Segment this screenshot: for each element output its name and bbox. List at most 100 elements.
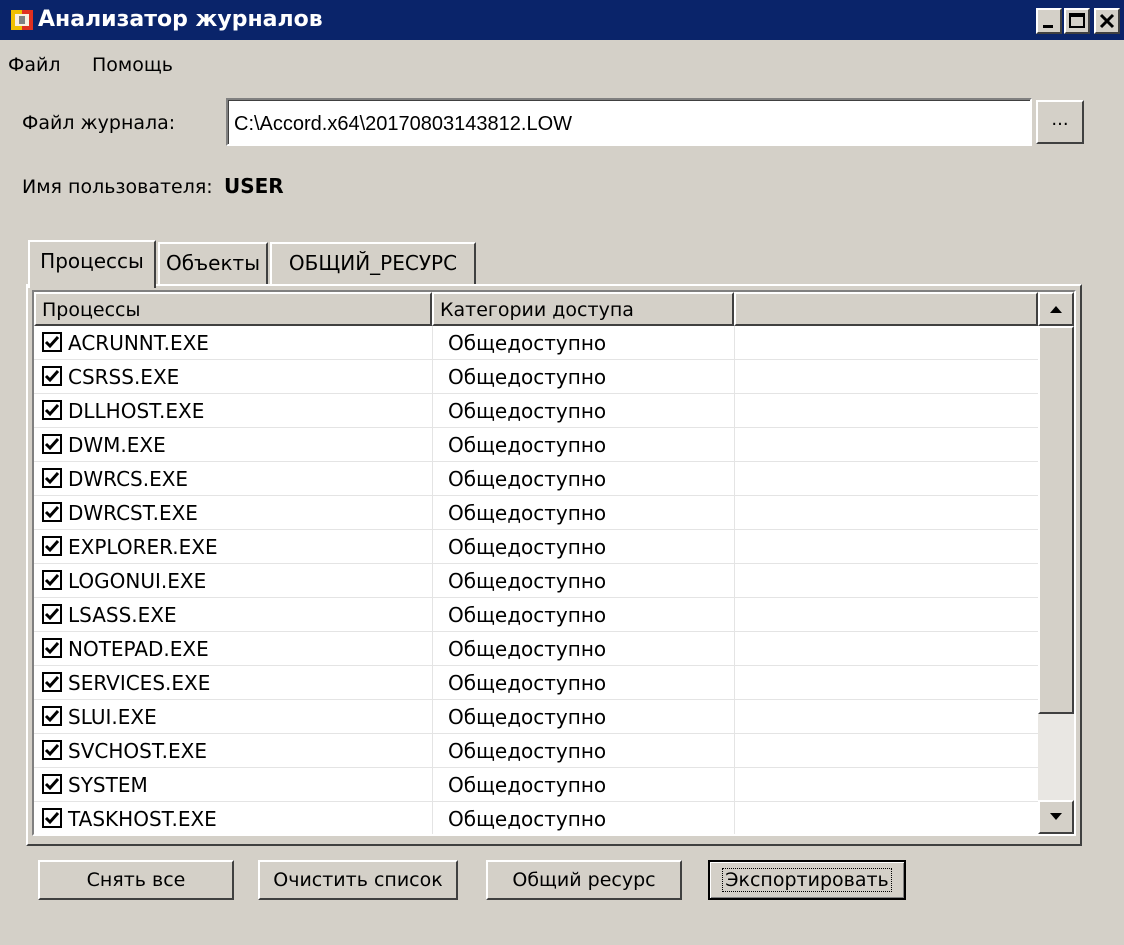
checkbox-checked-icon[interactable] [42, 468, 62, 488]
access-category: Общедоступно [448, 705, 607, 729]
table-row[interactable]: LSASS.EXE Общедоступно [34, 598, 1038, 632]
column-header-processes[interactable]: Процессы [34, 292, 432, 326]
process-name: SERVICES.EXE [68, 671, 211, 695]
tab-shared-resource[interactable]: ОБЩИЙ_РЕСУРС [270, 242, 476, 284]
shared-resource-button[interactable]: Общий ресурс [486, 860, 682, 900]
log-file-label: Файл журнала: [22, 112, 176, 134]
clear-list-button[interactable]: Очистить список [258, 860, 458, 900]
list-rows: ACRUNNT.EXE Общедоступно CSRSS.EXE Общедост… [34, 326, 1038, 834]
checkbox-checked-icon[interactable] [42, 400, 62, 420]
table-row[interactable]: DWRCST.EXE Общедоступно [34, 496, 1038, 530]
table-row[interactable]: ACRUNNT.EXE Общедоступно [34, 326, 1038, 360]
menu-file[interactable]: Файл [8, 48, 61, 82]
process-name: LSASS.EXE [68, 603, 177, 627]
table-row[interactable]: DLLHOST.EXE Общедоступно [34, 394, 1038, 428]
access-category: Общедоступно [448, 365, 607, 389]
checkbox-checked-icon[interactable] [42, 536, 62, 556]
tab-objects[interactable]: Объекты [158, 242, 268, 284]
window-title: Анализатор журналов [38, 7, 323, 32]
scroll-down-button[interactable] [1038, 800, 1074, 834]
process-name: DLLHOST.EXE [68, 399, 205, 423]
title-bar[interactable]: Анализатор журналов [0, 0, 1124, 40]
table-row[interactable]: DWRCS.EXE Общедоступно [34, 462, 1038, 496]
checkbox-checked-icon[interactable] [42, 638, 62, 658]
column-header-access-categories[interactable]: Категории доступа [432, 292, 734, 326]
checkbox-checked-icon[interactable] [42, 706, 62, 726]
maximize-icon [1069, 13, 1085, 28]
access-category: Общедоступно [448, 399, 607, 423]
scroll-thumb[interactable] [1038, 326, 1074, 714]
uncheck-all-button[interactable]: Снять все [38, 860, 234, 900]
access-category: Общедоступно [448, 467, 607, 491]
process-name: SVCHOST.EXE [68, 739, 207, 763]
user-name-value: USER [224, 174, 284, 198]
main-window: Анализатор журналов Файл Помощь Файл жур… [0, 0, 1124, 945]
table-row[interactable]: TASKHOST.EXE Общедоступно [34, 802, 1038, 834]
process-name: CSRSS.EXE [68, 365, 180, 389]
process-name: SLUI.EXE [68, 705, 157, 729]
access-category: Общедоступно [448, 637, 607, 661]
table-row[interactable]: EXPLORER.EXE Общедоступно [34, 530, 1038, 564]
access-category: Общедоступно [448, 603, 607, 627]
user-name-label: Имя пользователя: [22, 176, 213, 198]
process-name: DWM.EXE [68, 433, 166, 457]
access-category: Общедоступно [448, 535, 607, 559]
checkbox-checked-icon[interactable] [42, 672, 62, 692]
list-header: Процессы Категории доступа [34, 292, 1038, 326]
process-name: ACRUNNT.EXE [68, 331, 209, 355]
tab-shared-resource-label: ОБЩИЙ_РЕСУРС [288, 251, 458, 275]
table-row[interactable]: SVCHOST.EXE Общедоступно [34, 734, 1038, 768]
access-category: Общедоступно [448, 569, 607, 593]
process-name: NOTEPAD.EXE [68, 637, 209, 661]
process-name: EXPLORER.EXE [68, 535, 218, 559]
scroll-down-arrow-icon [1050, 813, 1062, 820]
checkbox-checked-icon[interactable] [42, 740, 62, 760]
access-category: Общедоступно [448, 433, 607, 457]
process-list[interactable]: Процессы Категории доступа ACRUNNT.EXE Об… [32, 290, 1076, 836]
access-category: Общедоступно [448, 773, 607, 797]
close-icon [1099, 13, 1115, 29]
table-row[interactable]: SYSTEM Общедоступно [34, 768, 1038, 802]
minimize-button[interactable] [1036, 8, 1062, 34]
process-name: SYSTEM [68, 773, 148, 797]
scroll-up-button[interactable] [1038, 292, 1074, 326]
checkbox-checked-icon[interactable] [42, 604, 62, 624]
checkbox-checked-icon[interactable] [42, 502, 62, 522]
export-button-label: Экспортировать [722, 868, 892, 892]
menu-bar: Файл Помощь [0, 48, 1124, 82]
menu-help[interactable]: Помощь [92, 48, 173, 82]
checkbox-checked-icon[interactable] [42, 774, 62, 794]
maximize-button[interactable] [1064, 8, 1090, 34]
column-header-empty[interactable] [734, 292, 1038, 326]
scroll-up-arrow-icon [1050, 306, 1062, 313]
table-row[interactable]: DWM.EXE Общедоступно [34, 428, 1038, 462]
vertical-scrollbar[interactable] [1038, 292, 1074, 834]
browse-button[interactable]: ... [1036, 100, 1084, 144]
access-category: Общедоступно [448, 807, 607, 831]
access-category: Общедоступно [448, 331, 607, 355]
tab-processes-active[interactable]: Процессы [28, 240, 156, 288]
access-category: Общедоступно [448, 739, 607, 763]
tab-objects-label: Объекты [165, 251, 261, 275]
app-icon [10, 8, 34, 32]
access-category: Общедоступно [448, 671, 607, 695]
checkbox-checked-icon[interactable] [42, 808, 62, 828]
table-row[interactable]: CSRSS.EXE Общедоступно [34, 360, 1038, 394]
process-name: DWRCS.EXE [68, 467, 189, 491]
table-row[interactable]: SLUI.EXE Общедоступно [34, 700, 1038, 734]
checkbox-checked-icon[interactable] [42, 366, 62, 386]
log-file-path-input[interactable] [226, 98, 1032, 146]
minimize-icon [1043, 25, 1053, 28]
checkbox-checked-icon[interactable] [42, 434, 62, 454]
process-name: LOGONUI.EXE [68, 569, 207, 593]
process-name: TASKHOST.EXE [68, 807, 217, 831]
table-row[interactable]: SERVICES.EXE Общедоступно [34, 666, 1038, 700]
checkbox-checked-icon[interactable] [42, 570, 62, 590]
checkbox-checked-icon[interactable] [42, 332, 62, 352]
export-button[interactable]: Экспортировать [708, 860, 906, 900]
table-row[interactable]: LOGONUI.EXE Общедоступно [34, 564, 1038, 598]
table-row[interactable]: NOTEPAD.EXE Общедоступно [34, 632, 1038, 666]
tab-processes-active-label: Процессы [40, 249, 144, 273]
process-name: DWRCST.EXE [68, 501, 198, 525]
close-button[interactable] [1094, 8, 1120, 34]
